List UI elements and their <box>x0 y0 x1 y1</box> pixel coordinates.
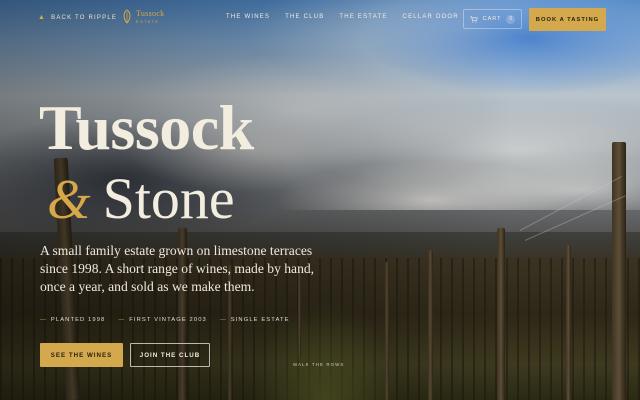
hero-title-line2: & Stone <box>47 166 235 231</box>
main-menu: THE WINES THE CLUB THE ESTATE CELLAR DOO… <box>226 14 459 20</box>
see-wines-button[interactable]: SEE THE WINES <box>40 343 123 367</box>
hero-title-line1: Tussock <box>39 92 254 163</box>
logo-subtitle: ESTATE <box>136 18 160 24</box>
nav-item-estate[interactable]: THE ESTATE <box>339 14 387 20</box>
hero-title-ampersand: & <box>47 169 91 231</box>
logo-name: Tussock <box>136 8 165 18</box>
top-nav: ▲ BACK TO RIPPLE Tussock ESTATE THE WINE… <box>0 0 640 38</box>
logo[interactable]: Tussock ESTATE <box>122 9 164 24</box>
scroll-hint[interactable]: WALK THE ROWS <box>293 362 344 367</box>
arrow-left-icon: ▲ <box>38 14 47 21</box>
back-link-label: BACK TO RIPPLE <box>51 14 118 21</box>
cart-button[interactable]: CART 0 <box>463 9 522 29</box>
cart-count-badge: 0 <box>506 14 515 24</box>
back-link[interactable]: ▲ BACK TO RIPPLE <box>38 14 117 21</box>
fact-item: — SINGLE ESTATE <box>219 317 290 323</box>
fact-item: — FIRST VINTAGE 2003 <box>118 317 207 323</box>
hero-lede: A small family estate grown on limestone… <box>40 243 315 294</box>
estate-facts: — PLANTED 1998 — FIRST VINTAGE 2003 — SINGL… <box>40 317 290 323</box>
join-club-button[interactable]: JOIN THE CLUB <box>130 343 210 367</box>
nav-item-wines[interactable]: THE WINES <box>226 14 270 20</box>
cart-label: CART <box>482 16 502 22</box>
book-tasting-button[interactable]: BOOK A TASTING <box>529 8 606 31</box>
nav-item-club[interactable]: THE CLUB <box>285 14 324 20</box>
vine-leaf-icon <box>123 9 131 24</box>
hero-section: ▲ BACK TO RIPPLE Tussock ESTATE THE WINE… <box>0 0 640 400</box>
cart-icon <box>470 15 478 23</box>
hero-title-word: Stone <box>102 166 235 231</box>
nav-item-cellar-door[interactable]: CELLAR DOOR <box>403 14 459 20</box>
fact-item: — PLANTED 1998 <box>40 317 106 323</box>
